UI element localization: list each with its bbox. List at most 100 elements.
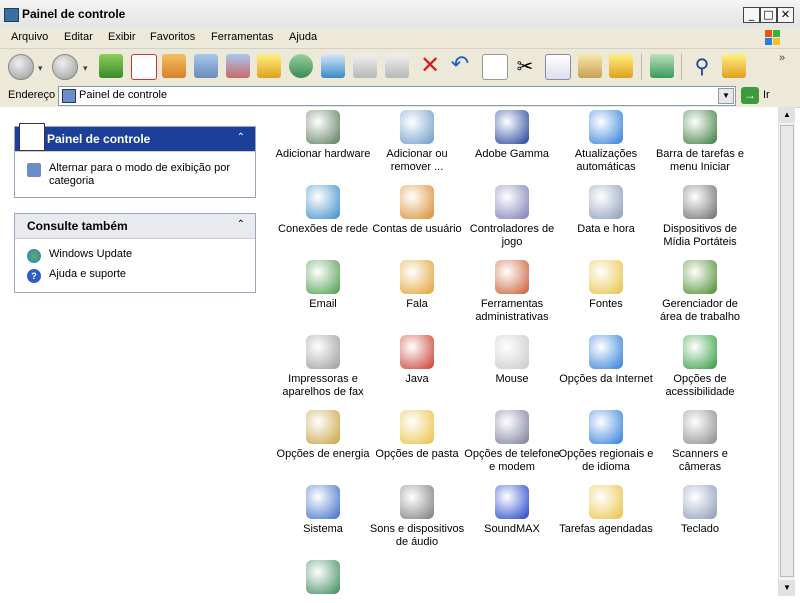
address-input[interactable]: Painel de controle ▼ (58, 86, 736, 106)
minimize-button[interactable]: _ (743, 7, 760, 23)
phone-modem-icon (495, 410, 529, 444)
menu-bar: Arquivo Editar Exibir Favoritos Ferramen… (0, 28, 800, 49)
control-panel-icon (19, 123, 45, 151)
control-panel-item[interactable]: Tarefas agendadas (558, 485, 654, 536)
vertical-scrollbar[interactable]: ▲ ▼ (778, 107, 795, 596)
menu-ajuda[interactable]: Ajuda (289, 31, 317, 43)
address-dropdown-icon[interactable]: ▼ (718, 88, 734, 104)
menu-favoritos[interactable]: Favoritos (150, 31, 195, 43)
forward-button[interactable] (52, 54, 78, 80)
content-area: Painel de controle ⌃ Alternar para o mod… (0, 107, 778, 603)
switch-view-icon (27, 163, 41, 177)
up-folder-icon[interactable] (99, 54, 123, 78)
control-panel-item[interactable]: Sons e dispositivos de áudio (369, 485, 465, 549)
collapse-icon[interactable]: ⌃ (237, 219, 245, 230)
display-icon (306, 560, 340, 594)
control-panel-item[interactable]: Data e hora (558, 185, 654, 236)
back-dropdown-icon[interactable]: ▾ (38, 63, 43, 74)
properties-icon[interactable] (482, 54, 508, 80)
control-panel-item[interactable]: Sistema (275, 485, 371, 536)
move-to-icon[interactable] (353, 54, 377, 78)
help-support-link[interactable]: Ajuda e suporte (49, 268, 126, 280)
control-panel-item[interactable]: Fala (369, 260, 465, 311)
task-pane-header[interactable]: Painel de controle ⌃ (15, 123, 255, 152)
forward-dropdown-icon[interactable]: ▾ (83, 63, 88, 74)
scroll-down-icon[interactable]: ▼ (779, 580, 795, 596)
control-panel-item[interactable]: Scanners e câmeras (652, 410, 748, 474)
control-panel-item[interactable]: Java (369, 335, 465, 386)
control-panel-item[interactable]: Email (275, 260, 371, 311)
soundmax-icon (495, 485, 529, 519)
back-button[interactable] (8, 54, 34, 80)
window-icon[interactable] (321, 54, 345, 78)
control-panel-item[interactable]: Mouse (464, 335, 560, 386)
undo-icon[interactable]: ↶ (448, 54, 472, 78)
cube-delete-icon[interactable] (226, 54, 250, 78)
close-button[interactable]: ✕ (777, 7, 794, 23)
calendar-clock-icon (589, 185, 623, 219)
refresh-icon[interactable] (650, 54, 674, 78)
control-panel-item[interactable]: Fontes (558, 260, 654, 311)
control-panel-item-label: Email (309, 298, 337, 310)
control-panel-item[interactable]: Controladores de jogo (464, 185, 560, 249)
menu-ferramentas[interactable]: Ferramentas (211, 31, 273, 43)
history-icon[interactable] (289, 54, 313, 78)
control-panel-item[interactable]: Impressoras e aparelhos de fax (275, 335, 371, 399)
see-also-title: Consulte também (27, 219, 128, 233)
copy-icon[interactable] (545, 54, 571, 80)
control-panel-item[interactable]: Opções de telefone e modem (464, 410, 560, 474)
control-panel-item-label: Teclado (681, 523, 719, 535)
copy-to-icon[interactable] (385, 54, 409, 78)
control-panel-item-label: Impressoras e aparelhos de fax (282, 373, 364, 398)
go-button[interactable]: Ir (763, 89, 770, 101)
control-panel-item[interactable]: Ferramentas administrativas (464, 260, 560, 324)
windows-logo-icon (765, 30, 780, 45)
control-panel-item-label: Mouse (495, 373, 529, 385)
control-panel-item[interactable]: Opções de acessibilidade (652, 335, 748, 399)
folders-icon[interactable] (722, 54, 746, 78)
folder-options-icon (400, 410, 434, 444)
control-panel-item-label: Scanners e câmeras (672, 448, 728, 473)
scroll-up-icon[interactable]: ▲ (779, 107, 795, 123)
control-panel-item-label: Sons e dispositivos de áudio (369, 523, 465, 548)
search-icon[interactable]: ⚲ (690, 54, 714, 78)
toolbar-overflow-icon[interactable]: » (779, 52, 785, 64)
stop-icon[interactable] (131, 54, 157, 80)
control-panel-item-label: Conexões de rede (278, 223, 368, 235)
menu-exibir[interactable]: Exibir (108, 31, 136, 43)
cube-icon[interactable] (194, 54, 218, 78)
control-panel-item[interactable]: Adobe Gamma (464, 110, 560, 161)
control-panel-item[interactable]: Conexões de rede (275, 185, 371, 236)
control-panel-item[interactable]: Dispositivos de Mídia Portáteis (652, 185, 748, 249)
control-panel-item[interactable] (275, 560, 371, 598)
scrollbar-thumb[interactable] (780, 125, 794, 577)
control-panel-item[interactable]: Opções regionais e de idioma (558, 410, 654, 474)
maximize-button[interactable]: □ (760, 7, 777, 23)
control-panel-item[interactable]: Opções da Internet (558, 335, 654, 386)
switch-category-view-link[interactable]: Alternar para o modo de exibição por cat… (49, 162, 245, 188)
home-icon[interactable] (162, 54, 186, 78)
delete-icon[interactable]: ✕ (418, 53, 442, 78)
control-panel-item[interactable]: Adicionar ou remover ... (369, 110, 465, 174)
folder-check-icon[interactable] (609, 54, 633, 78)
favorites-star-icon[interactable] (257, 54, 281, 78)
control-panel-item[interactable]: Teclado (652, 485, 748, 536)
control-panel-item[interactable]: Adicionar hardware (275, 110, 371, 161)
collapse-icon[interactable]: ⌃ (237, 132, 245, 143)
control-panel-item[interactable]: Gerenciador de área de trabalho (652, 260, 748, 324)
control-panel-item-label: Contas de usuário (372, 223, 462, 235)
control-panel-item[interactable]: Atualizações automáticas (558, 110, 654, 174)
cut-icon[interactable]: ✂ (513, 54, 537, 78)
windows-update-link[interactable]: Windows Update (49, 248, 132, 260)
control-panel-item[interactable]: Opções de pasta (369, 410, 465, 461)
control-panel-item[interactable]: Opções de energia (275, 410, 371, 461)
menu-arquivo[interactable]: Arquivo (11, 31, 48, 43)
paste-icon[interactable] (578, 54, 602, 78)
see-also-header[interactable]: Consulte também ⌃ (15, 214, 255, 239)
go-arrow-icon[interactable]: → (741, 87, 759, 104)
menu-editar[interactable]: Editar (64, 31, 93, 43)
control-panel-item[interactable]: Contas de usuário (369, 185, 465, 236)
window-title: Painel de controle (22, 7, 126, 21)
control-panel-item[interactable]: SoundMAX (464, 485, 560, 536)
control-panel-item[interactable]: Barra de tarefas e menu Iniciar (652, 110, 748, 174)
